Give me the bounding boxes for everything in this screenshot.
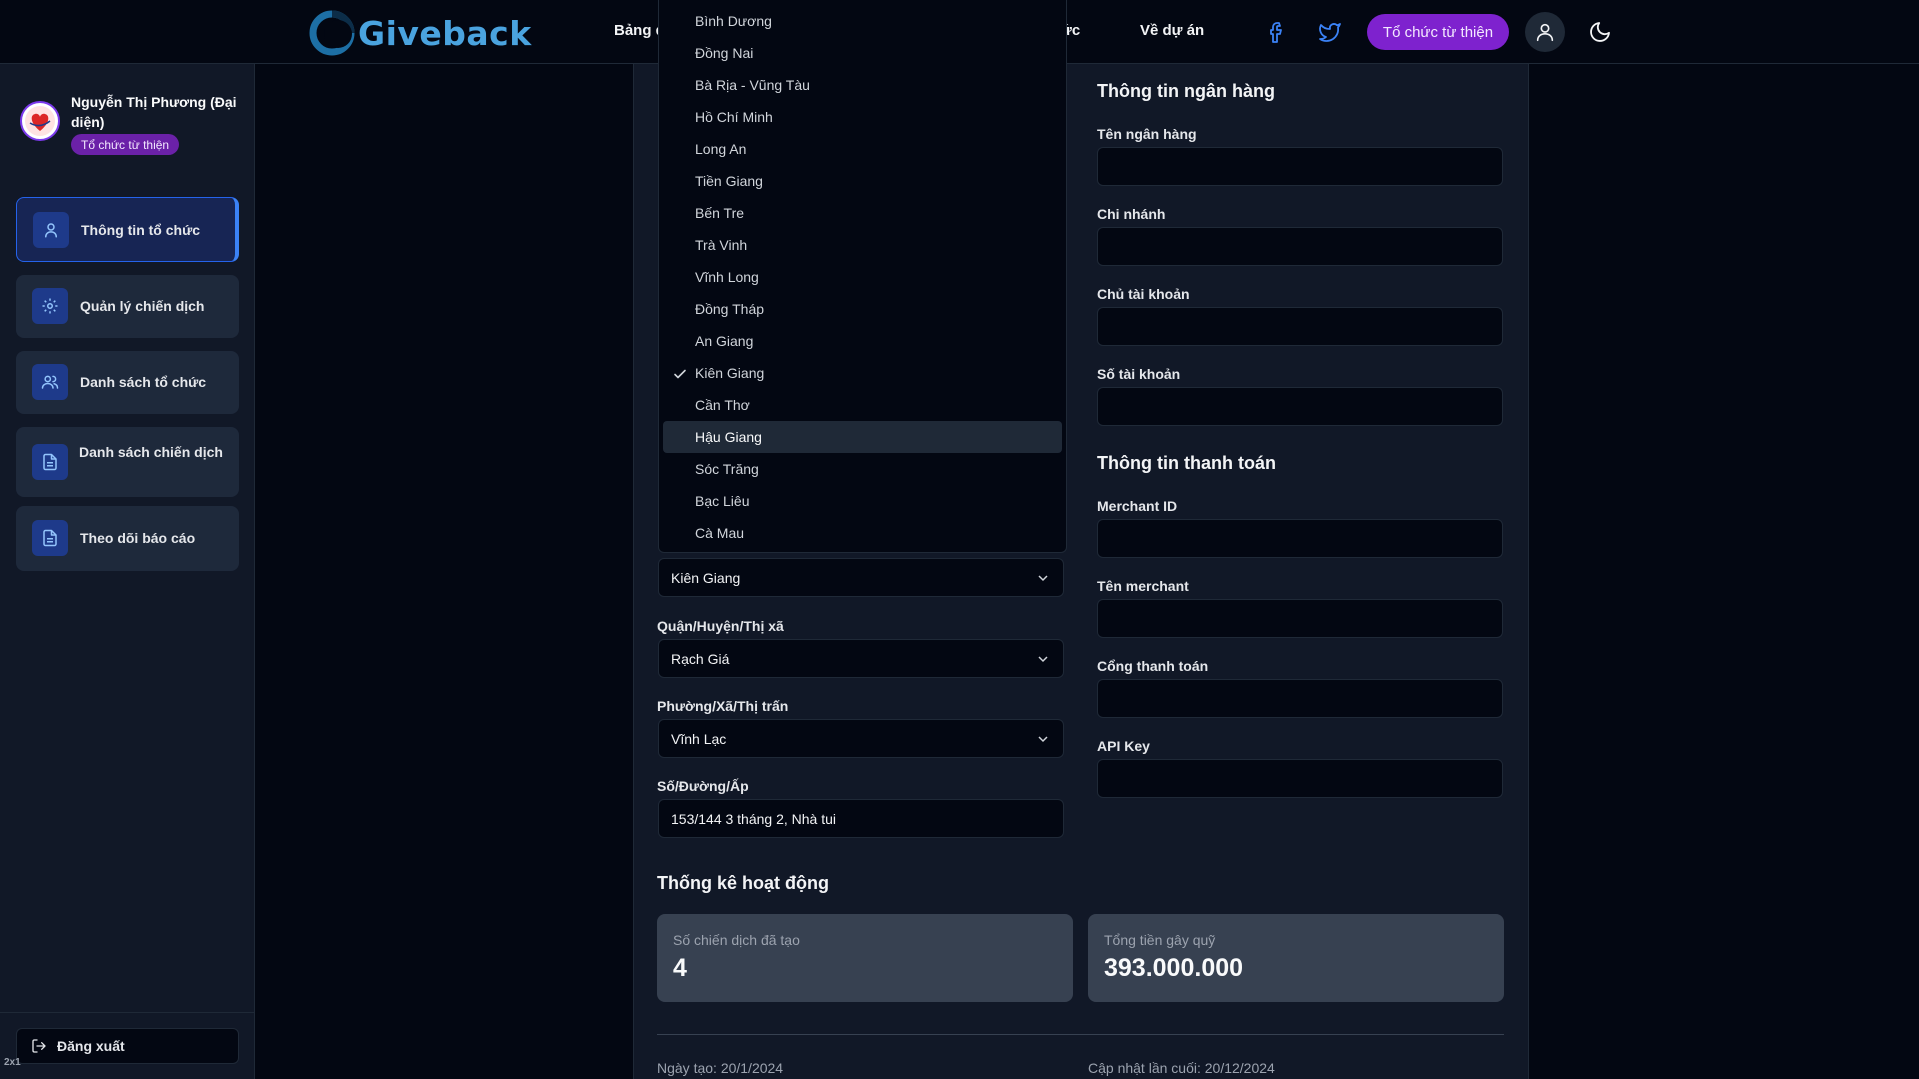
giveback-logo[interactable]: Giveback — [308, 6, 532, 60]
sidebar-item-org-info[interactable]: Thông tin tổ chức — [16, 197, 239, 262]
sidebar-item-label: Quản lý chiến dịch — [80, 298, 205, 314]
dropdown-option[interactable]: Long An — [663, 133, 1062, 165]
street-label: Số/Đường/Ấp — [657, 778, 749, 794]
payment-section-title: Thông tin thanh toán — [1097, 453, 1276, 473]
account-number-input[interactable] — [1097, 387, 1503, 426]
bank-name-input[interactable] — [1097, 147, 1503, 186]
dropdown-option[interactable]: Bến Tre — [663, 197, 1062, 229]
dropdown-option-label: Kiên Giang — [695, 365, 765, 381]
dropdown-option-highlighted[interactable]: Hậu Giang — [663, 421, 1062, 453]
user-icon — [33, 212, 69, 248]
logo-icon — [309, 10, 355, 56]
role-badge: Tổ chức từ thiện — [71, 134, 180, 155]
gear-icon — [32, 288, 68, 324]
campaigns-stat-value: 4 — [673, 954, 687, 982]
bank-section-title: Thông tin ngân hàng — [1097, 81, 1275, 101]
street-input[interactable]: 153/144 3 tháng 2, Nhà tui — [658, 799, 1064, 838]
dropdown-option[interactable]: Sóc Trăng — [663, 453, 1062, 485]
dropdown-option[interactable]: Đồng Tháp — [663, 293, 1062, 325]
logout-icon — [32, 1039, 46, 1053]
dropdown-option[interactable]: Đồng Nai — [663, 37, 1062, 69]
district-select[interactable]: Rạch Giá — [658, 639, 1064, 678]
branch-input[interactable] — [1097, 227, 1503, 266]
campaigns-stat-card: Số chiến dịch đã tạo 4 — [657, 914, 1073, 1002]
facebook-icon[interactable] — [1264, 20, 1288, 44]
district-value: Rạch Giá — [671, 650, 730, 667]
moon-icon[interactable] — [1588, 20, 1612, 44]
merchant-name-input[interactable] — [1097, 599, 1503, 638]
ward-value: Vĩnh Lạc — [671, 730, 727, 747]
merchant-name-label: Tên merchant — [1097, 578, 1189, 594]
api-key-label: API Key — [1097, 738, 1150, 754]
twitter-icon[interactable] — [1318, 20, 1342, 44]
heart-logo-icon — [25, 106, 55, 136]
document-icon — [32, 444, 68, 480]
dropdown-option[interactable]: Trà Vinh — [663, 229, 1062, 261]
bank-name-label: Tên ngân hàng — [1097, 126, 1197, 142]
sidebar-item-campaign-list[interactable]: Danh sách chiến dịch — [16, 427, 239, 497]
account-holder-label: Chủ tài khoản — [1097, 286, 1190, 302]
dropdown-option-selected[interactable]: Kiên Giang — [663, 357, 1062, 389]
sidebar-item-label: Thông tin tổ chức — [81, 222, 201, 238]
users-icon — [32, 364, 68, 400]
api-key-input[interactable] — [1097, 759, 1503, 798]
user-icon — [1536, 23, 1554, 42]
sidebar-item-campaign-management[interactable]: Quản lý chiến dịch — [16, 275, 239, 338]
district-label: Quận/Huyện/Thị xã — [657, 618, 784, 634]
created-date: Ngày tạo: 20/1/2024 — [657, 1060, 784, 1076]
merchant-id-label: Merchant ID — [1097, 498, 1178, 514]
ward-select[interactable]: Vĩnh Lạc — [658, 719, 1064, 758]
dropdown-option[interactable]: Bạc Liêu — [663, 485, 1062, 517]
chevron-down-icon — [1038, 736, 1048, 743]
dropdown-option[interactable]: Hồ Chí Minh — [663, 101, 1062, 133]
funds-stat-card: Tổng tiền gây quỹ 393.000.000 — [1088, 914, 1504, 1002]
sidebar: Nguyễn Thị Phương (Đại diện) Tổ chức từ … — [0, 64, 255, 1079]
stats-section-title: Thống kê hoạt động — [657, 873, 829, 893]
merchant-id-input[interactable] — [1097, 519, 1503, 558]
profile-name: Nguyễn Thị Phương (Đại diện) — [71, 94, 237, 130]
sidebar-item-label: Theo dõi báo cáo — [80, 530, 196, 546]
account-number-label: Số tài khoản — [1097, 366, 1181, 382]
nav-about[interactable]: Về dự án — [1140, 22, 1204, 39]
gateway-input[interactable] — [1097, 679, 1503, 718]
province-value: Kiên Giang — [671, 569, 741, 586]
profile-card: Nguyễn Thị Phương (Đại diện) Tổ chức từ … — [20, 88, 240, 168]
street-value: 153/144 3 tháng 2, Nhà tui — [671, 810, 837, 827]
ward-label: Phường/Xã/Thị trấn — [657, 698, 789, 714]
dropdown-option[interactable]: Cần Thơ — [663, 389, 1062, 421]
dropdown-option[interactable]: Vĩnh Long — [663, 261, 1062, 293]
avatar[interactable] — [20, 101, 60, 141]
logo-text: Giveback — [358, 13, 532, 53]
account-holder-input[interactable] — [1097, 307, 1503, 346]
dropdown-option[interactable]: An Giang — [663, 325, 1062, 357]
sidebar-item-report-tracking[interactable]: Theo dõi báo cáo — [16, 506, 239, 571]
sidebar-divider — [0, 1012, 255, 1013]
dropdown-option[interactable]: Tiền Giang — [663, 165, 1062, 197]
org-role-button[interactable]: Tổ chức từ thiện — [1367, 14, 1509, 50]
user-menu-button[interactable] — [1525, 12, 1565, 52]
dropdown-option[interactable]: Bà Rịa - Vũng Tàu — [663, 69, 1062, 101]
funds-stat-label: Tổng tiền gây quỹ — [1104, 932, 1216, 948]
logout-button[interactable]: Đăng xuất — [16, 1028, 239, 1064]
updated-date: Cập nhật lần cuối: 20/12/2024 — [1088, 1060, 1275, 1076]
gateway-label: Cổng thanh toán — [1097, 658, 1209, 674]
logout-label: Đăng xuất — [57, 1038, 125, 1054]
funds-stat-value: 393.000.000 — [1104, 954, 1244, 982]
chevron-down-icon — [1038, 575, 1048, 582]
campaigns-stat-label: Số chiến dịch đã tạo — [673, 932, 800, 948]
sidebar-item-org-list[interactable]: Danh sách tổ chức — [16, 351, 239, 414]
branch-label: Chi nhánh — [1097, 206, 1166, 222]
sidebar-item-label: Danh sách chiến dịch — [79, 444, 223, 460]
sidebar-item-label: Danh sách tổ chức — [80, 374, 207, 390]
chevron-down-icon — [1038, 656, 1048, 663]
province-dropdown-list: Bình Dương Đồng Nai Bà Rịa - Vũng Tàu Hồ… — [658, 0, 1067, 553]
province-select[interactable]: Kiên Giang — [658, 558, 1064, 597]
corner-tag: 2x1 — [4, 1057, 21, 1068]
check-icon — [674, 369, 686, 379]
dropdown-option[interactable]: Bình Dương — [663, 5, 1062, 37]
dropdown-option[interactable]: Cà Mau — [663, 517, 1062, 549]
document-icon — [32, 520, 68, 556]
footer-divider — [657, 1034, 1504, 1035]
